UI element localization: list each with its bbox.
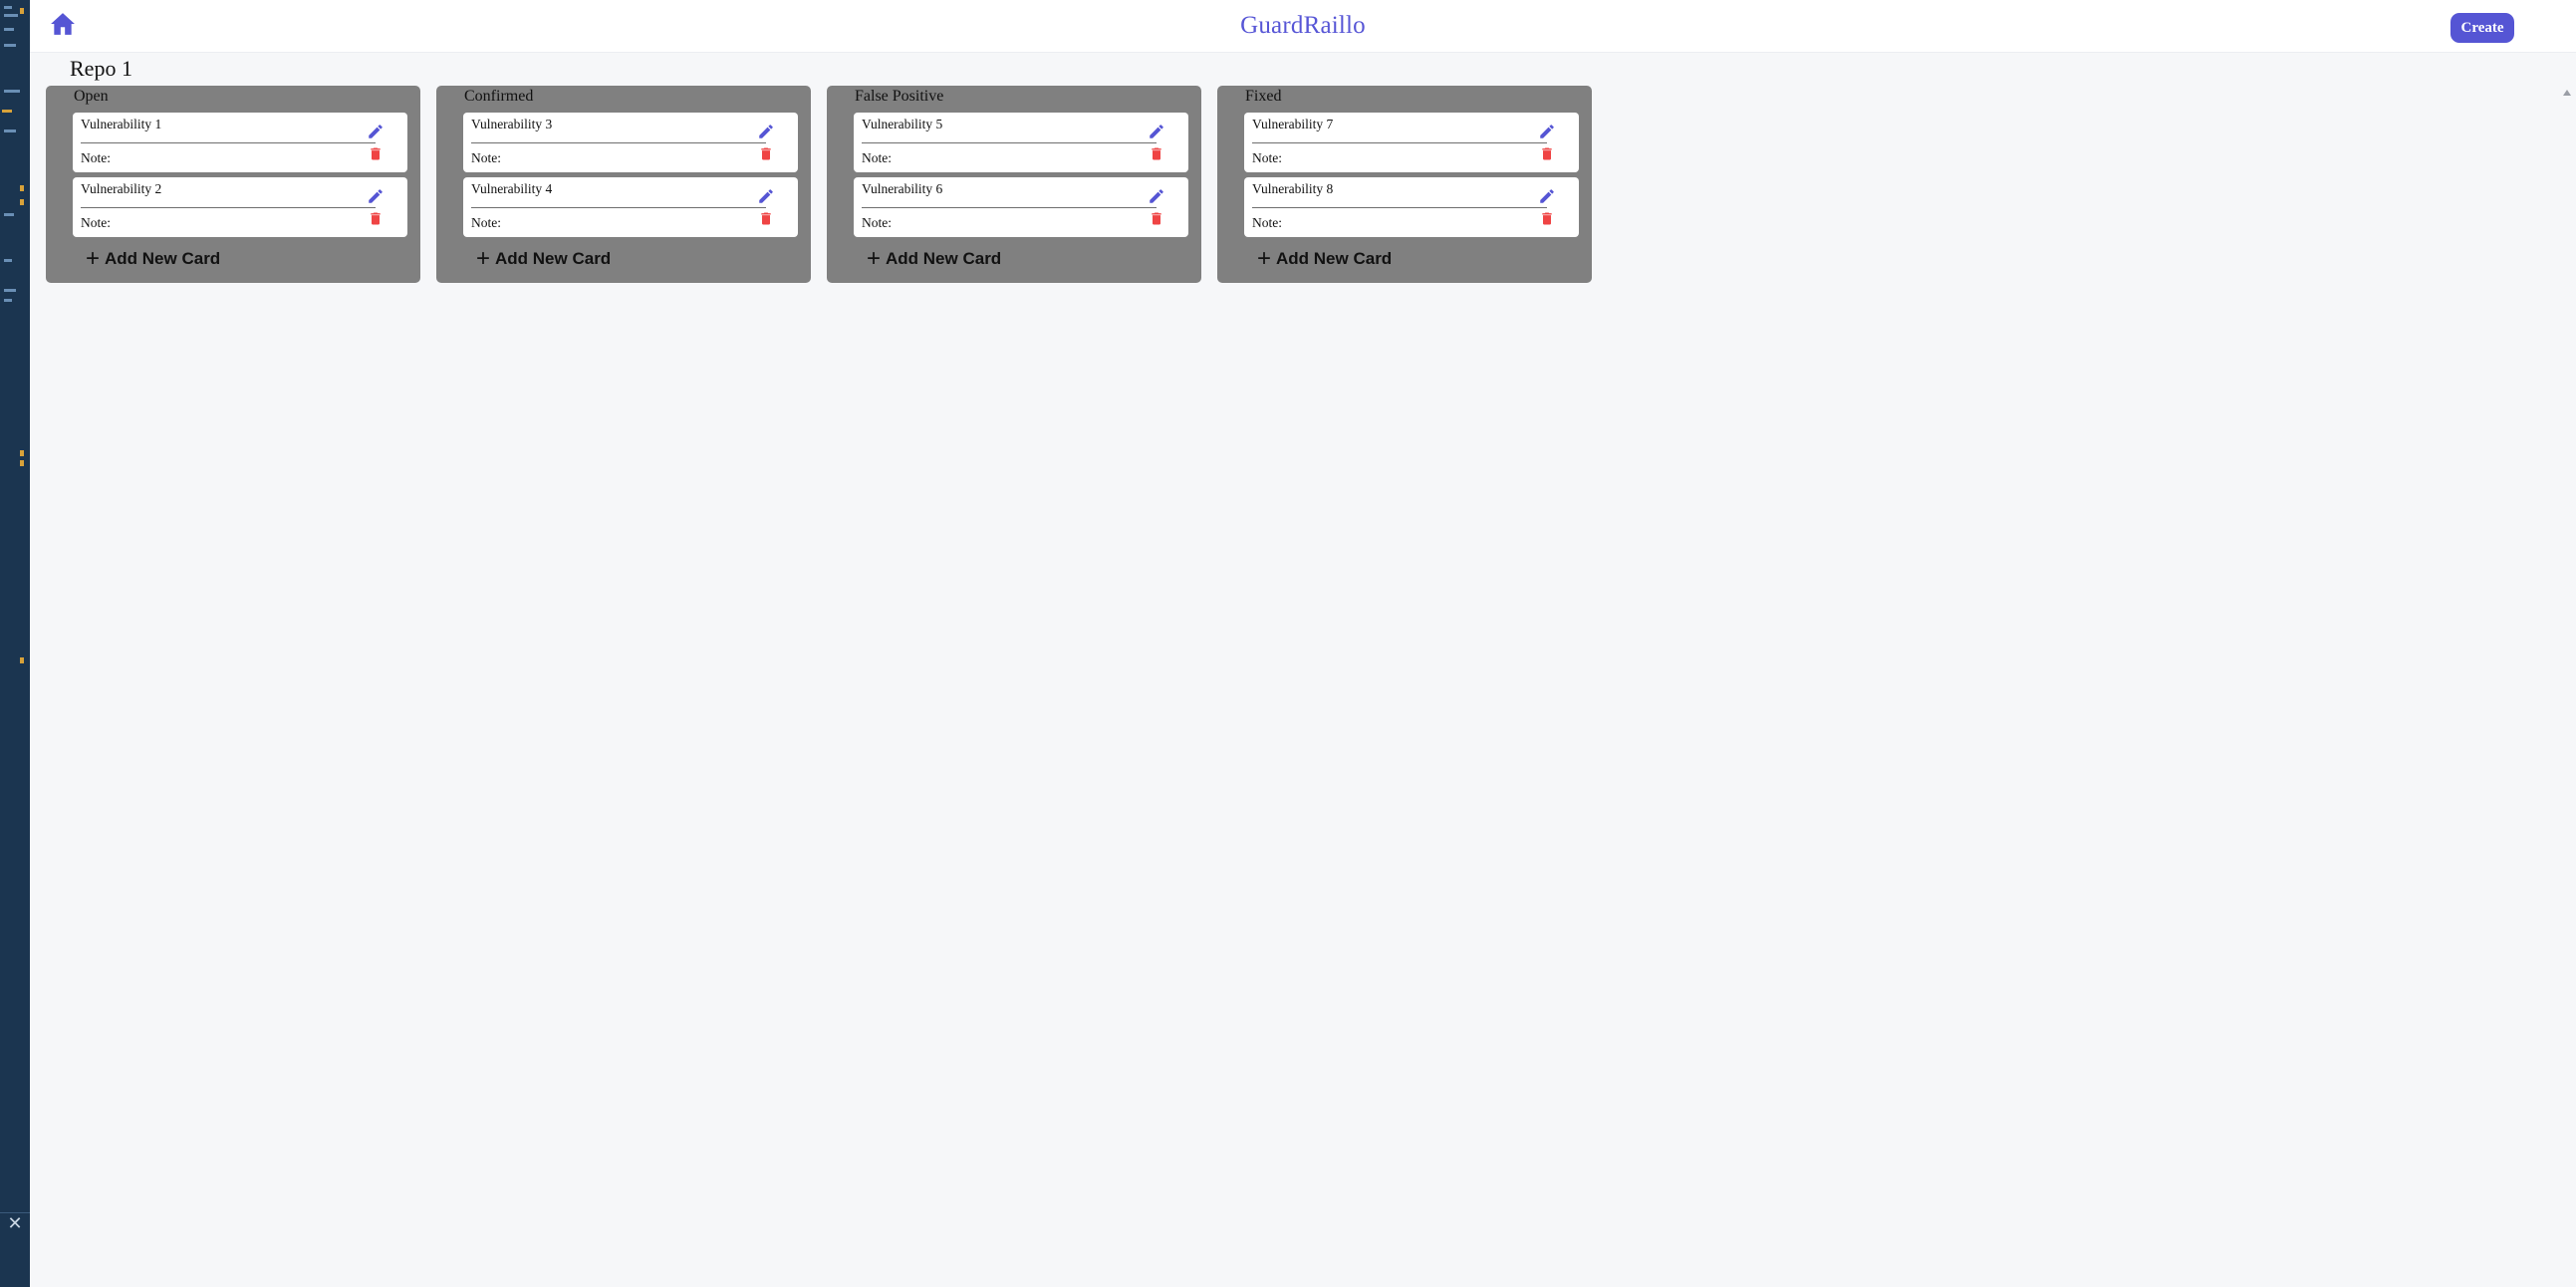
add-new-card-button[interactable]: + Add New Card xyxy=(476,245,612,272)
pencil-icon[interactable] xyxy=(1148,187,1165,205)
card-note: Note: xyxy=(81,215,111,230)
plus-icon: + xyxy=(1257,245,1272,272)
vulnerability-card[interactable]: Vulnerability 8 Note: xyxy=(1244,177,1579,237)
trash-icon[interactable] xyxy=(368,210,384,227)
pencil-icon[interactable] xyxy=(1148,123,1165,140)
add-new-card-button[interactable]: + Add New Card xyxy=(1257,245,1393,272)
column-title: False Positive xyxy=(855,88,944,105)
card-title: Vulnerability 3 xyxy=(471,117,553,131)
card-title: Vulnerability 1 xyxy=(81,117,162,131)
card-note: Note: xyxy=(471,215,501,230)
card-divider xyxy=(81,207,376,208)
card-divider xyxy=(471,142,766,143)
app-brand-title: GuardRaillo xyxy=(1240,12,1366,39)
plus-icon: + xyxy=(86,245,101,272)
vulnerability-card[interactable]: Vulnerability 1 Note: xyxy=(73,113,407,172)
pencil-icon[interactable] xyxy=(1538,187,1556,205)
card-title: Vulnerability 6 xyxy=(862,181,943,196)
card-note: Note: xyxy=(862,215,892,230)
pencil-icon[interactable] xyxy=(367,123,385,140)
pencil-icon[interactable] xyxy=(367,187,385,205)
pencil-icon[interactable] xyxy=(757,123,775,140)
card-title: Vulnerability 8 xyxy=(1252,181,1334,196)
editor-side-strip: ✕ xyxy=(0,0,30,1287)
card-note: Note: xyxy=(862,150,892,165)
pencil-icon[interactable] xyxy=(757,187,775,205)
column-confirmed: Confirmed Vulnerability 3 Note: Vulnerab… xyxy=(436,86,811,283)
pencil-icon[interactable] xyxy=(1538,123,1556,140)
vulnerability-card[interactable]: Vulnerability 6 Note: xyxy=(854,177,1188,237)
column-title: Confirmed xyxy=(464,88,534,105)
create-button[interactable]: Create xyxy=(2450,13,2514,43)
vulnerability-card[interactable]: Vulnerability 4 Note: xyxy=(463,177,798,237)
column-title: Open xyxy=(74,88,109,105)
card-title: Vulnerability 2 xyxy=(81,181,162,196)
column-open: Open Vulnerability 1 Note: Vulnerability… xyxy=(46,86,420,283)
add-card-label: Add New Card xyxy=(105,249,221,268)
add-new-card-button[interactable]: + Add New Card xyxy=(867,245,1002,272)
vulnerability-card[interactable]: Vulnerability 5 Note: xyxy=(854,113,1188,172)
card-title: Vulnerability 4 xyxy=(471,181,553,196)
card-note: Note: xyxy=(471,150,501,165)
card-divider xyxy=(471,207,766,208)
scroll-up-arrow-icon[interactable] xyxy=(2563,90,2571,96)
trash-icon[interactable] xyxy=(758,210,774,227)
column-title: Fixed xyxy=(1245,88,1282,105)
card-title: Vulnerability 5 xyxy=(862,117,943,131)
card-title: Vulnerability 7 xyxy=(1252,117,1334,131)
vertical-scrollbar[interactable] xyxy=(2558,84,2576,1287)
add-card-label: Add New Card xyxy=(495,249,612,268)
plus-icon: + xyxy=(476,245,491,272)
card-divider xyxy=(1252,207,1547,208)
trash-icon[interactable] xyxy=(1149,145,1164,162)
vulnerability-card[interactable]: Vulnerability 7 Note: xyxy=(1244,113,1579,172)
card-note: Note: xyxy=(1252,150,1282,165)
add-new-card-button[interactable]: + Add New Card xyxy=(86,245,221,272)
add-card-label: Add New Card xyxy=(886,249,1002,268)
card-divider xyxy=(862,207,1157,208)
card-divider xyxy=(81,142,376,143)
vulnerability-card[interactable]: Vulnerability 3 Note: xyxy=(463,113,798,172)
close-icon[interactable]: ✕ xyxy=(0,1212,30,1235)
card-divider xyxy=(1252,142,1547,143)
trash-icon[interactable] xyxy=(1539,145,1555,162)
vulnerability-card[interactable]: Vulnerability 2 Note: xyxy=(73,177,407,237)
trash-icon[interactable] xyxy=(1539,210,1555,227)
column-false-positive: False Positive Vulnerability 5 Note: Vul… xyxy=(827,86,1201,283)
trash-icon[interactable] xyxy=(758,145,774,162)
add-card-label: Add New Card xyxy=(1276,249,1393,268)
card-note: Note: xyxy=(1252,215,1282,230)
plus-icon: + xyxy=(867,245,882,272)
card-divider xyxy=(862,142,1157,143)
top-navbar: GuardRaillo Create xyxy=(30,0,2576,53)
card-note: Note: xyxy=(81,150,111,165)
page-title: Repo 1 xyxy=(70,56,132,81)
trash-icon[interactable] xyxy=(1149,210,1164,227)
column-fixed: Fixed Vulnerability 7 Note: Vulnerabilit… xyxy=(1217,86,1592,283)
trash-icon[interactable] xyxy=(368,145,384,162)
